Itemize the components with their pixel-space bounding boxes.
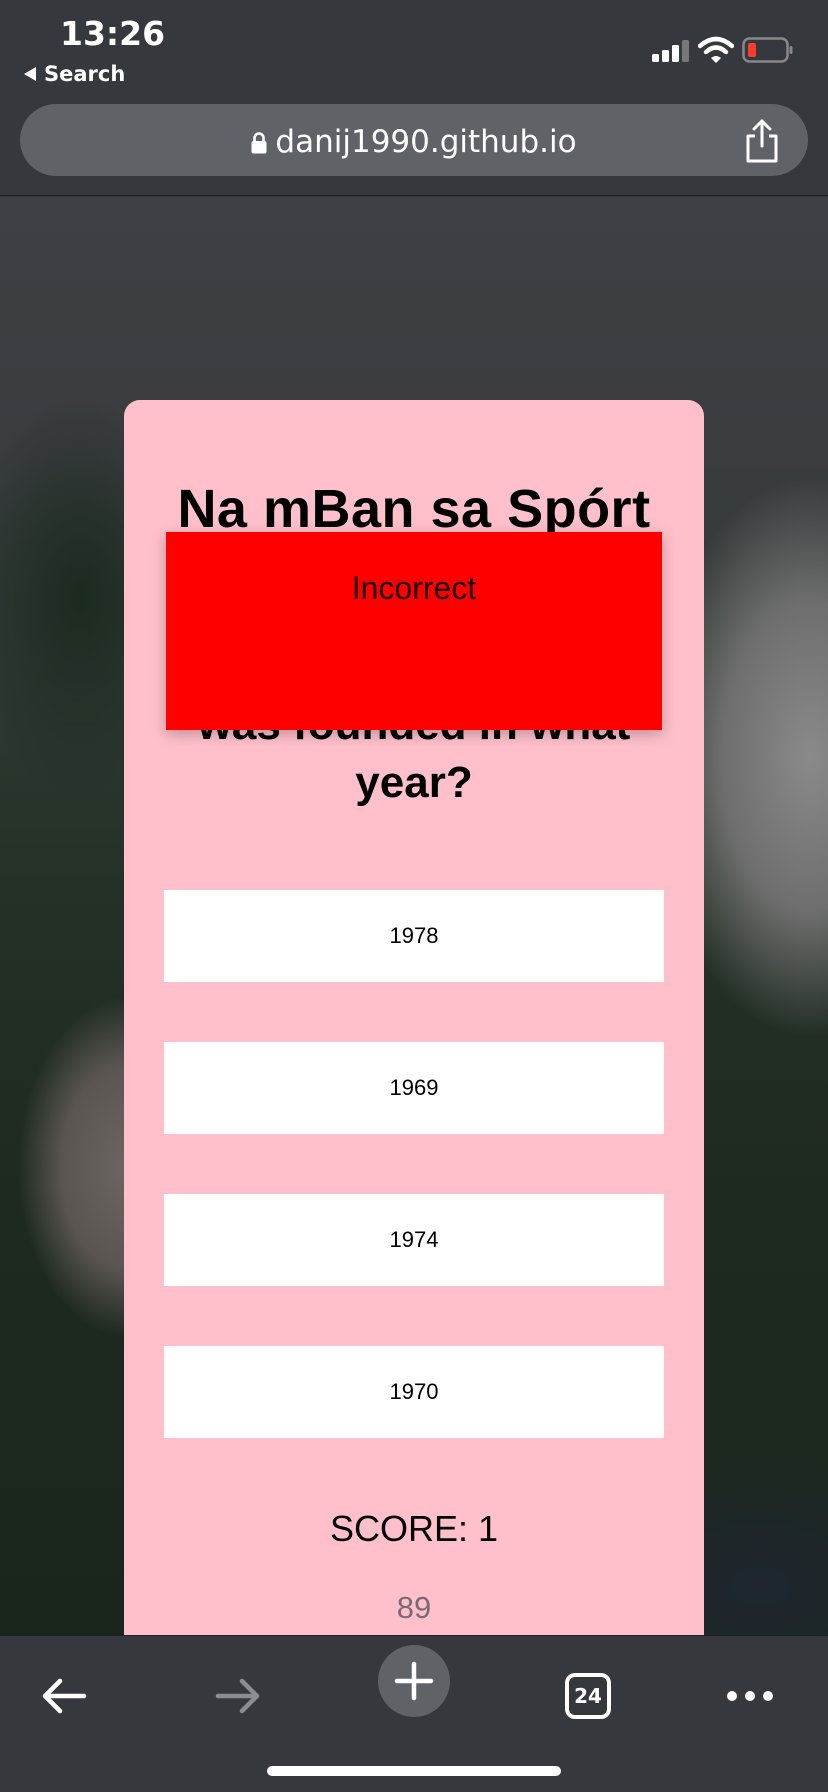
cellular-signal-icon [652, 40, 689, 62]
score-display: SCORE: 1 [329, 1508, 499, 1549]
new-tab-button[interactable] [378, 1645, 450, 1717]
url-display: danij1990.github.io [20, 124, 808, 160]
tabs-icon: 24 [565, 1673, 611, 1719]
tab-count: 24 [574, 1684, 602, 1708]
wifi-icon [698, 36, 734, 63]
back-to-search-label: Search [44, 62, 126, 86]
answer-button-2[interactable]: 1969 [164, 1042, 664, 1134]
url-text: danij1990.github.io [275, 124, 577, 160]
plus-icon [394, 1661, 434, 1701]
forward-arrow-icon [215, 1678, 260, 1714]
back-triangle-icon [24, 67, 36, 81]
home-indicator[interactable] [267, 1766, 561, 1776]
battery-low-icon [742, 37, 793, 63]
timer-display: 89 [396, 1590, 432, 1625]
address-bar[interactable]: danij1990.github.io [20, 104, 808, 176]
answer-button-3[interactable]: 1974 [164, 1194, 664, 1286]
feedback-banner: Incorrect [166, 532, 662, 730]
back-button[interactable] [24, 1656, 104, 1736]
lock-icon [251, 132, 267, 154]
status-time: 13:26 [60, 14, 166, 53]
answer-button-4[interactable]: 1970 [164, 1346, 664, 1438]
web-page: Na mBan sa Spórt was founded in what yea… [0, 197, 828, 1635]
answer-button-1[interactable]: 1978 [164, 890, 664, 982]
quiz-title: Na mBan sa Spórt [177, 479, 651, 539]
browser-url-area: danij1990.github.io [0, 96, 828, 196]
forward-button[interactable] [198, 1656, 278, 1736]
back-to-search-link[interactable]: Search [24, 62, 125, 86]
more-icon [727, 1691, 773, 1701]
status-bar: 13:26 Search [0, 0, 828, 96]
tab-switcher-button[interactable]: 24 [548, 1656, 628, 1736]
more-menu-button[interactable] [710, 1656, 790, 1736]
share-icon[interactable] [742, 118, 782, 164]
back-arrow-icon [42, 1678, 87, 1714]
feedback-text: Incorrect [351, 570, 477, 606]
